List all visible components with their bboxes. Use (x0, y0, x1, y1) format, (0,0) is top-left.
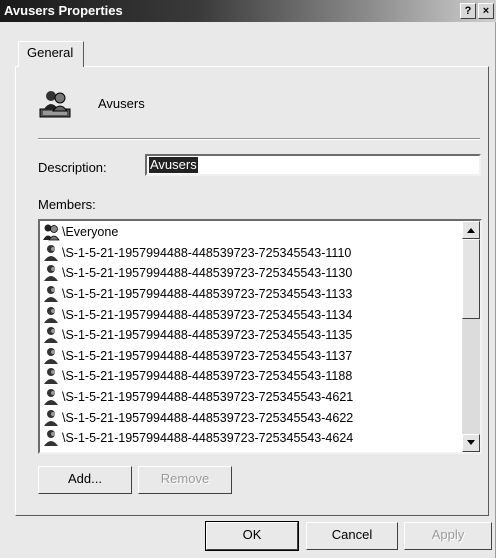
member-name: \S-1-5-21-1957994488-448539723-725345543… (62, 390, 354, 405)
user-icon (44, 244, 58, 261)
description-value: Avusers (149, 157, 198, 173)
remove-button[interactable]: Remove (138, 466, 232, 494)
scroll-thumb[interactable] (462, 239, 480, 319)
members-rows: \Everyone \S-1-5-21-1957994488-448539723-… (42, 222, 460, 449)
description-field[interactable]: Avusers (145, 154, 481, 176)
list-item[interactable]: \Everyone (42, 222, 460, 243)
members-label: Members: (38, 197, 96, 212)
member-name: \S-1-5-21-1957994488-448539723-725345543… (62, 266, 353, 281)
user-icon (44, 265, 58, 282)
separator (38, 138, 480, 140)
list-item[interactable]: \S-1-5-21-1957994488-448539723-725345543… (42, 366, 460, 387)
arrow-up-icon (467, 228, 475, 233)
cancel-button[interactable]: Cancel (306, 522, 398, 550)
list-item[interactable]: \S-1-5-21-1957994488-448539723-725345543… (42, 304, 460, 325)
members-scrollbar[interactable] (462, 221, 480, 452)
list-item[interactable]: \S-1-5-21-1957994488-448539723-725345543… (42, 243, 460, 264)
member-name: \S-1-5-21-1957994488-448539723-725345543… (62, 348, 353, 363)
member-name: \S-1-5-21-1957994488-448539723-725345543… (62, 410, 354, 425)
group-name: Avusers (98, 96, 145, 111)
description-label: Description: (38, 160, 107, 175)
member-name: \S-1-5-21-1957994488-448539723-725345543… (62, 328, 353, 343)
user-icon (44, 368, 58, 385)
arrow-down-icon (467, 440, 475, 445)
scroll-up-button[interactable] (462, 221, 480, 239)
group-icon (43, 224, 60, 241)
list-item[interactable]: \S-1-5-21-1957994488-448539723-725345543… (42, 325, 460, 346)
window-title: Avusers Properties (4, 3, 123, 18)
user-icon (44, 409, 58, 426)
member-name: \Everyone (62, 225, 119, 240)
user-icon (44, 286, 58, 303)
user-icon (44, 430, 58, 447)
apply-button[interactable]: Apply (404, 522, 492, 550)
close-button[interactable]: × (478, 3, 494, 19)
user-icon (44, 389, 58, 406)
user-icon (44, 327, 58, 344)
scroll-down-button[interactable] (462, 434, 480, 452)
list-item[interactable]: \S-1-5-21-1957994488-448539723-725345543… (42, 263, 460, 284)
list-item[interactable]: \S-1-5-21-1957994488-448539723-725345543… (42, 387, 460, 408)
member-name: \S-1-5-21-1957994488-448539723-725345543… (62, 307, 353, 322)
user-icon (44, 347, 58, 364)
ok-button[interactable]: OK (205, 521, 299, 551)
properties-dialog: Avusers Properties ? × General Avusers D… (0, 0, 496, 558)
list-item[interactable]: \S-1-5-21-1957994488-448539723-725345543… (42, 407, 460, 428)
members-list[interactable]: \Everyone \S-1-5-21-1957994488-448539723-… (38, 219, 482, 454)
list-item[interactable]: \S-1-5-21-1957994488-448539723-725345543… (42, 346, 460, 367)
list-item[interactable]: \S-1-5-21-1957994488-448539723-725345543… (42, 284, 460, 305)
group-icon (39, 91, 71, 118)
add-button[interactable]: Add... (38, 466, 132, 494)
member-name: \S-1-5-21-1957994488-448539723-725345543… (62, 245, 352, 260)
tab-general[interactable]: General (18, 41, 84, 67)
member-name: \S-1-5-21-1957994488-448539723-725345543… (62, 287, 353, 302)
title-buttons: ? × (460, 3, 494, 19)
list-item[interactable]: \S-1-5-21-1957994488-448539723-725345543… (42, 428, 460, 449)
title-bar[interactable]: Avusers Properties ? × (0, 0, 496, 22)
help-button[interactable]: ? (460, 3, 476, 19)
member-name: \S-1-5-21-1957994488-448539723-725345543… (62, 369, 353, 384)
member-name: \S-1-5-21-1957994488-448539723-725345543… (62, 431, 354, 446)
user-icon (44, 306, 58, 323)
